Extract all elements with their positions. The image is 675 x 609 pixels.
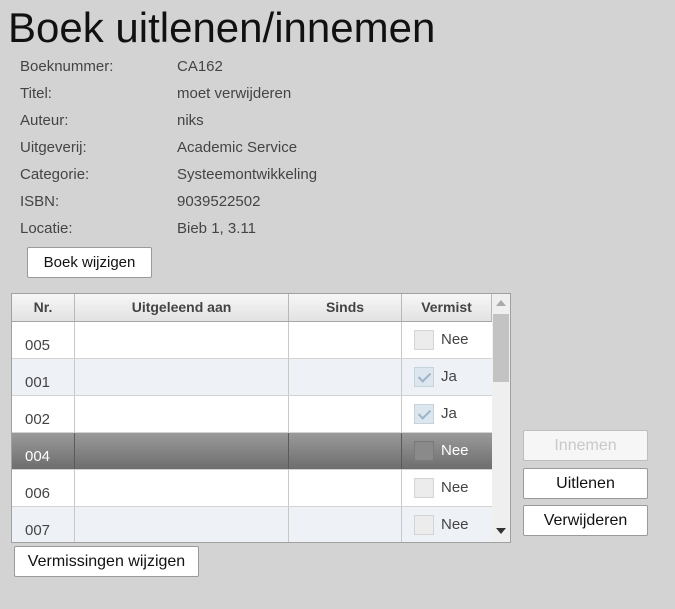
cell-nr: 002	[12, 396, 75, 432]
cell-missing: Nee	[402, 322, 492, 358]
table-row-selected[interactable]: 004 Nee	[12, 433, 492, 470]
field-label: Titel:	[20, 85, 52, 102]
cell-nr: 006	[12, 470, 75, 506]
column-header-lent-to[interactable]: Uitgeleend aan	[75, 294, 289, 321]
missing-label: Ja	[441, 405, 457, 422]
cell-nr: 005	[12, 322, 75, 358]
table-header: Nr. Uitgeleend aan Sinds Vermist	[12, 294, 492, 322]
copies-table: Nr. Uitgeleend aan Sinds Vermist 005 Nee…	[11, 293, 511, 543]
field-label: Categorie:	[20, 166, 90, 183]
missing-label: Nee	[441, 331, 469, 348]
missing-label: Nee	[441, 479, 469, 496]
table-row[interactable]: 001 Ja	[12, 359, 492, 396]
scroll-down-arrow-icon[interactable]	[496, 528, 506, 534]
column-header-since[interactable]: Sinds	[289, 294, 402, 321]
cell-missing: Ja	[402, 396, 492, 432]
cell-nr: 001	[12, 359, 75, 395]
cell-since	[289, 507, 402, 542]
return-book-button[interactable]: Innemen	[523, 430, 648, 461]
cell-since	[289, 359, 402, 395]
lend-book-button[interactable]: Uitlenen	[523, 468, 648, 499]
cell-since	[289, 470, 402, 506]
field-label: Locatie:	[20, 220, 73, 237]
cell-lent-to	[75, 322, 289, 358]
table-row[interactable]: 007 Nee	[12, 507, 492, 542]
field-value: niks	[177, 112, 204, 129]
field-label: Boeknummer:	[20, 58, 114, 75]
cell-missing: Ja	[402, 359, 492, 395]
cell-lent-to	[75, 396, 289, 432]
cell-nr: 004	[12, 433, 75, 469]
missing-checkbox[interactable]	[414, 441, 434, 461]
cell-missing: Nee	[402, 470, 492, 506]
table-row[interactable]: 006 Nee	[12, 470, 492, 507]
cell-nr: 007	[12, 507, 75, 542]
missing-checkbox[interactable]	[414, 478, 434, 498]
field-value: Academic Service	[177, 139, 298, 156]
table-row[interactable]: 005 Nee	[12, 322, 492, 359]
edit-book-button[interactable]: Boek wijzigen	[27, 247, 152, 278]
table-scrollbar[interactable]	[492, 294, 510, 542]
cell-lent-to	[75, 433, 289, 469]
cell-missing: Nee	[402, 433, 492, 469]
missing-checkbox[interactable]	[414, 515, 434, 535]
column-header-missing[interactable]: Vermist	[402, 294, 492, 321]
cell-lent-to	[75, 470, 289, 506]
missing-label: Nee	[441, 516, 469, 533]
cell-lent-to	[75, 359, 289, 395]
cell-since	[289, 433, 402, 469]
missing-checkbox[interactable]	[414, 330, 434, 350]
field-value: Bieb 1, 3.11	[177, 220, 256, 237]
table-row[interactable]: 002 Ja	[12, 396, 492, 433]
field-value: moet verwijderen	[177, 85, 292, 102]
field-value: 9039522502	[177, 193, 261, 210]
column-header-nr[interactable]: Nr.	[12, 294, 75, 321]
edit-missing-button[interactable]: Vermissingen wijzigen	[14, 546, 199, 577]
scrollbar-thumb[interactable]	[493, 314, 509, 382]
missing-checkbox[interactable]	[414, 404, 434, 424]
field-label: Uitgeverij:	[20, 139, 87, 156]
field-label: ISBN:	[20, 193, 60, 210]
delete-button[interactable]: Verwijderen	[523, 505, 648, 536]
field-label: Auteur:	[20, 112, 69, 129]
missing-checkbox[interactable]	[414, 367, 434, 387]
cell-since	[289, 322, 402, 358]
cell-lent-to	[75, 507, 289, 542]
scroll-up-arrow-icon[interactable]	[496, 300, 506, 306]
missing-label: Ja	[441, 368, 457, 385]
cell-since	[289, 396, 402, 432]
field-value: Systeemontwikkeling	[177, 166, 318, 183]
page-title: Boek uitlenen/innemen	[8, 4, 436, 51]
cell-missing: Nee	[402, 507, 492, 542]
missing-label: Nee	[441, 442, 469, 459]
field-value: CA162	[177, 58, 223, 75]
